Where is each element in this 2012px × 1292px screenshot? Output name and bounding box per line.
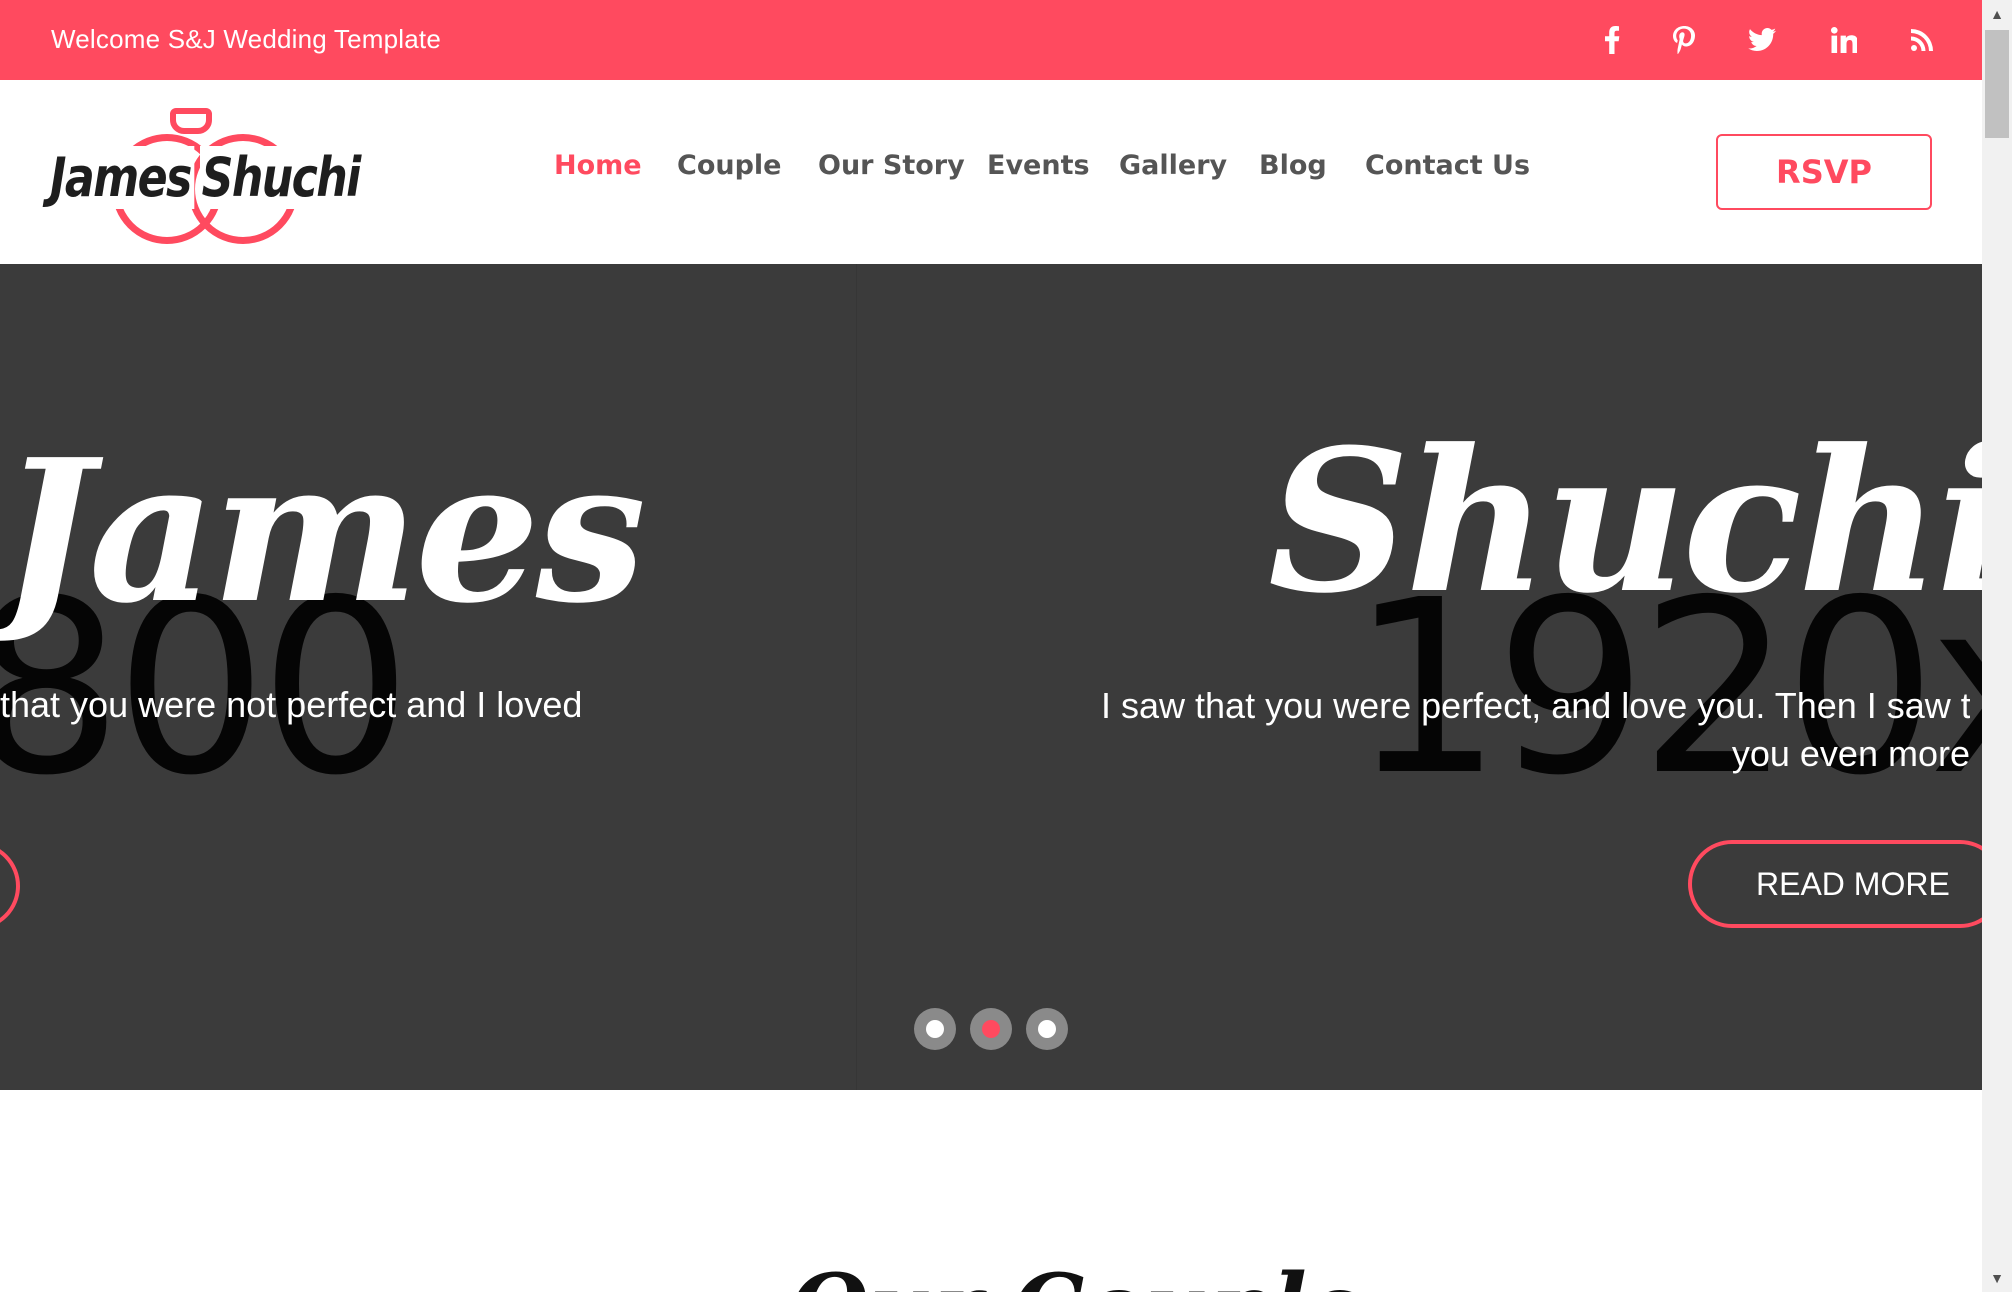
logo-name-left: James (50, 146, 194, 209)
nav-our-story[interactable]: Our Story (818, 150, 965, 181)
rss-icon[interactable] (1898, 16, 1946, 64)
nav-couple[interactable]: Couple (677, 150, 781, 181)
nav-contact-us[interactable]: Contact Us (1365, 150, 1530, 181)
slide-left-read-more-button[interactable] (0, 842, 20, 930)
rsvp-button[interactable]: RSVP (1716, 134, 1932, 210)
slide-right-caption-line1: I saw that you were perfect, and love yo… (1101, 685, 1970, 726)
slide-left-title: James (0, 417, 646, 647)
linkedin-icon[interactable] (1820, 16, 1868, 64)
read-more-button[interactable]: READ MORE (1688, 840, 1982, 928)
logo-name-right: Shuchi (200, 146, 362, 209)
hero-slider[interactable]: 800 James that you were not perfect and … (0, 264, 1982, 1090)
slider-dot-3[interactable] (1026, 1008, 1068, 1050)
twitter-icon[interactable] (1738, 16, 1786, 64)
page: Welcome S&J Wedding Template James Shuch… (0, 0, 1982, 1292)
nav-gallery[interactable]: Gallery (1119, 150, 1227, 181)
site-header: James Shuchi Home Couple Our Story Event… (0, 80, 1982, 264)
slide-divider (856, 264, 857, 1090)
facebook-icon[interactable] (1588, 16, 1636, 64)
nav-home[interactable]: Home (554, 150, 642, 181)
page-scrollbar[interactable]: ▲ ▼ (1982, 0, 2012, 1292)
scrollbar-thumb[interactable] (1985, 30, 2009, 138)
slide-left-caption: that you were not perfect and I loved (0, 684, 583, 725)
scroll-down-arrow-icon[interactable]: ▼ (1982, 1264, 2012, 1292)
section-title: Our Couple (790, 1262, 1364, 1292)
slide-right-caption: I saw that you were perfect, and love yo… (1000, 682, 1970, 778)
nav-blog[interactable]: Blog (1259, 150, 1327, 181)
welcome-text: Welcome S&J Wedding Template (51, 24, 442, 54)
site-logo[interactable]: James Shuchi (48, 108, 362, 244)
pinterest-icon[interactable] (1660, 16, 1708, 64)
scroll-up-arrow-icon[interactable]: ▲ (1982, 0, 2012, 28)
slide-right-title: Shuchi & (1268, 407, 1982, 637)
slider-dot-1[interactable] (914, 1008, 956, 1050)
slider-dot-2[interactable] (970, 1008, 1012, 1050)
nav-events[interactable]: Events (987, 150, 1090, 181)
logo-diamond-icon (170, 108, 212, 134)
top-bar: Welcome S&J Wedding Template (0, 0, 1982, 80)
slide-right-caption-line2: you even more (1731, 733, 1970, 774)
